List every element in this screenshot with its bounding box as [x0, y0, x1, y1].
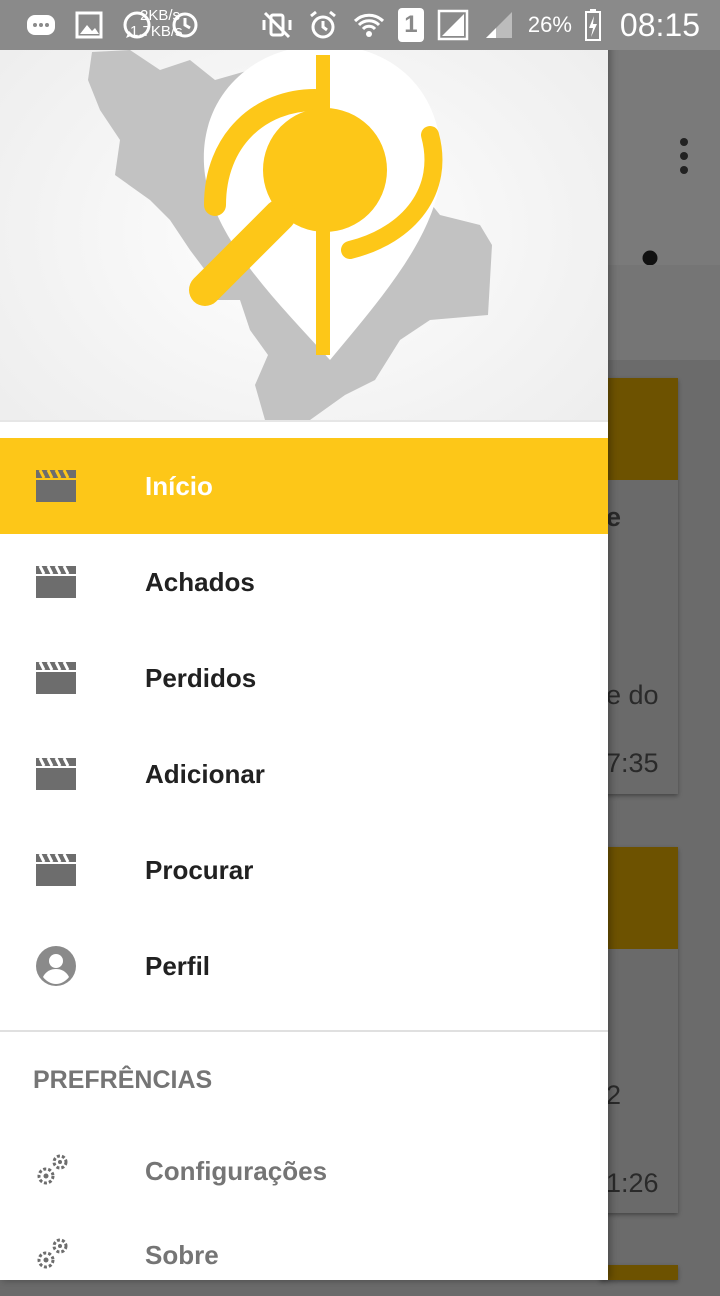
pref-item-label: Sobre	[145, 1240, 219, 1270]
pref-item-label: Configurações	[145, 1156, 328, 1186]
gears-icon	[37, 1154, 68, 1185]
pref-item-configuracoes[interactable]: Configurações	[0, 1132, 608, 1212]
image-icon	[75, 11, 103, 39]
nav-item-label: Perdidos	[145, 662, 257, 693]
network-speed: 2KB/s 1.7KB/s	[130, 8, 183, 40]
account-circle-icon	[36, 946, 76, 986]
gears-icon	[37, 1238, 68, 1269]
app-logo	[88, 45, 492, 420]
clapperboard-icon	[36, 661, 76, 694]
section-title: PREFRÊNCIAS	[33, 1066, 213, 1094]
nav-item-label: Achados	[145, 566, 255, 597]
nav-item-procurar[interactable]: Procurar	[0, 822, 608, 918]
clock: 08:15	[619, 6, 700, 43]
overflow-menu-icon[interactable]	[680, 138, 690, 180]
nav-item-achados[interactable]: Achados	[0, 534, 608, 630]
nav-item-label: Procurar	[145, 854, 254, 885]
background-card[interactable]	[600, 378, 678, 794]
card-text: 2	[606, 1080, 622, 1110]
background-card[interactable]	[600, 1265, 678, 1280]
chat-bubble-icon	[27, 15, 55, 35]
background-card[interactable]	[600, 847, 678, 1213]
navigation-drawer: Início Achados Perdidos Adicionar Procur…	[0, 0, 608, 1280]
status-bar: 2KB/s 1.7KB/s 1 26% 08:15	[0, 0, 720, 50]
alarm-icon	[309, 10, 336, 39]
drawer-header	[0, 0, 608, 422]
vibrate-off-icon	[262, 11, 292, 39]
nav-item-adicionar[interactable]: Adicionar	[0, 726, 608, 822]
card-time: 7:35	[606, 748, 659, 778]
battery-charging-icon	[584, 9, 601, 41]
card-text: e do	[606, 680, 659, 710]
upload-speed: 2KB/s	[140, 7, 181, 24]
nav-item-inicio[interactable]: Início	[0, 438, 608, 534]
signal-weak-icon	[485, 12, 512, 38]
clapperboard-icon	[36, 853, 76, 886]
card-text: e	[606, 502, 622, 532]
clapperboard-icon	[36, 757, 76, 790]
battery-percent: 26%	[527, 12, 572, 37]
drawer-divider	[0, 1030, 608, 1032]
nav-item-label: Adicionar	[145, 758, 265, 789]
clapperboard-icon	[36, 469, 76, 502]
sim-slot-icon: 1	[397, 8, 424, 42]
pref-item-sobre[interactable]: Sobre	[0, 1216, 608, 1296]
nav-item-label: Início	[145, 470, 213, 501]
signal-icon	[437, 9, 469, 41]
clapperboard-icon	[36, 565, 76, 598]
wifi-icon	[353, 13, 384, 37]
nav-item-perfil[interactable]: Perfil	[0, 918, 608, 1014]
download-speed: 1.7KB/s	[130, 23, 183, 40]
nav-item-perdidos[interactable]: Perdidos	[0, 630, 608, 726]
card-time: 1:26	[606, 1168, 659, 1198]
nav-item-label: Perfil	[145, 950, 211, 981]
